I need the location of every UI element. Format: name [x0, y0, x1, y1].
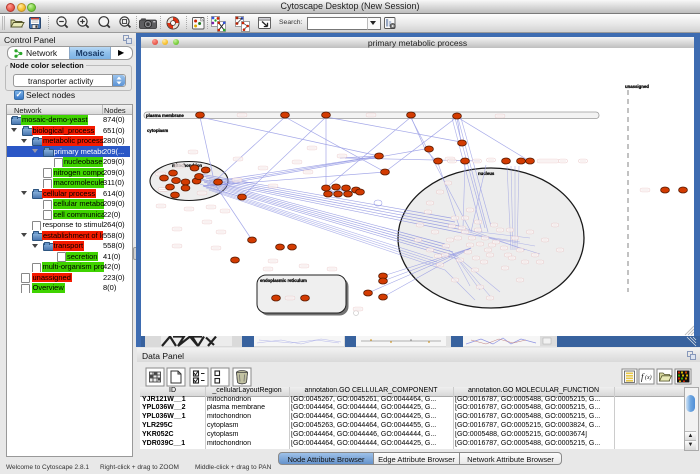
svg-text:endoplasmic reticulum: endoplasmic reticulum — [260, 278, 307, 283]
svg-text:unassigned: unassigned — [625, 84, 649, 89]
svg-text:plasma membrane: plasma membrane — [146, 113, 184, 118]
svg-text:(x): (x) — [645, 374, 652, 381]
svg-text:nucleus: nucleus — [478, 171, 495, 176]
svg-text:cytoplasm: cytoplasm — [147, 128, 168, 133]
